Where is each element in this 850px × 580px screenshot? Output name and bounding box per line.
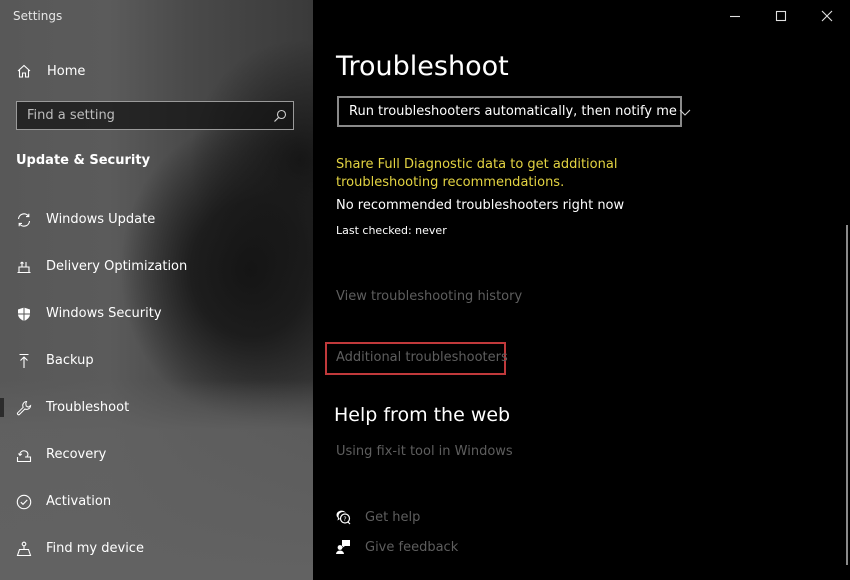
check-circle-icon (16, 494, 32, 510)
search-icon[interactable] (272, 108, 288, 124)
sidebar-item-label: Recovery (46, 447, 107, 462)
shield-icon (16, 306, 32, 322)
sidebar-item-label: Windows Security (46, 306, 162, 321)
maximize-icon (773, 8, 789, 24)
recommendation-status: No recommended troubleshooters right now (336, 198, 625, 213)
sidebar-item-label: Troubleshoot (46, 400, 130, 415)
sidebar: Settings Home Update & Security Windows … (0, 0, 313, 580)
search-box[interactable] (16, 101, 294, 130)
backup-arrow-icon (16, 353, 32, 369)
scrollbar[interactable] (846, 225, 848, 565)
get-help-label: Get help (365, 509, 421, 525)
window-controls (712, 0, 850, 32)
recovery-icon (16, 447, 32, 463)
additional-troubleshooters-link[interactable]: Additional troubleshooters (336, 350, 508, 365)
help-from-web-heading: Help from the web (334, 404, 511, 426)
sidebar-nav: Windows Update Delivery Optimization Win… (0, 196, 313, 572)
chevron-down-icon (677, 104, 693, 120)
minimize-icon (727, 8, 743, 24)
feedback-icon (335, 539, 351, 555)
sidebar-item-label: Activation (46, 494, 112, 509)
sidebar-item-label: Home (47, 63, 86, 79)
get-help-link[interactable]: ? Get help (335, 509, 420, 525)
close-button[interactable] (804, 0, 850, 32)
close-icon (819, 8, 835, 24)
sidebar-item-backup[interactable]: Backup (0, 337, 313, 384)
sidebar-item-home[interactable]: Home (16, 61, 85, 81)
svg-text:?: ? (343, 516, 346, 523)
maximize-button[interactable] (758, 0, 804, 32)
sidebar-item-label: Delivery Optimization (46, 259, 188, 274)
view-history-link[interactable]: View troubleshooting history (336, 289, 522, 304)
fix-it-tool-link[interactable]: Using fix-it tool in Windows (336, 444, 513, 459)
sidebar-item-recovery[interactable]: Recovery (0, 431, 313, 478)
give-feedback-label: Give feedback (365, 539, 459, 555)
sidebar-item-delivery-optimization[interactable]: Delivery Optimization (0, 243, 313, 290)
home-icon (16, 63, 32, 79)
delivery-optimization-icon (16, 259, 32, 275)
app-title: Settings (13, 9, 63, 23)
wrench-icon (16, 400, 32, 416)
get-help-icon: ? (335, 509, 351, 525)
troubleshoot-preference-dropdown[interactable]: Run troubleshooters automatically, then … (337, 96, 691, 127)
find-device-icon (16, 541, 32, 557)
search-input[interactable] (17, 102, 267, 129)
sidebar-item-windows-update[interactable]: Windows Update (0, 196, 313, 243)
section-heading: Update & Security (16, 153, 151, 168)
dropdown-value: Run troubleshooters automatically, then … (349, 104, 677, 119)
share-diagnostic-data-link[interactable]: Share Full Diagnostic data to get additi… (336, 156, 716, 192)
last-checked-text: Last checked: never (336, 224, 447, 237)
sidebar-item-label: Find my device (46, 541, 144, 556)
sidebar-item-activation[interactable]: Activation (0, 478, 313, 525)
minimize-button[interactable] (712, 0, 758, 32)
sync-icon (16, 212, 32, 228)
sidebar-item-troubleshoot[interactable]: Troubleshoot (0, 384, 313, 431)
sidebar-item-label: Backup (46, 353, 94, 368)
main-content: Troubleshoot Run troubleshooters automat… (313, 0, 850, 580)
give-feedback-link[interactable]: Give feedback (335, 539, 458, 555)
sidebar-item-windows-security[interactable]: Windows Security (0, 290, 313, 337)
sidebar-item-find-my-device[interactable]: Find my device (0, 525, 313, 572)
page-title: Troubleshoot (336, 51, 509, 82)
sidebar-item-label: Windows Update (46, 212, 156, 227)
